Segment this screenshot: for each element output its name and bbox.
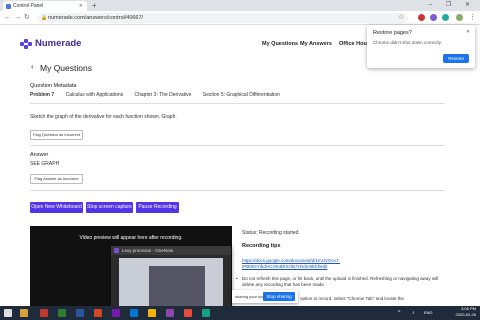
url-text: numerade.com/answers/control/40667/ — [48, 15, 144, 21]
tip-item: option to record, select "Chrome Tab" an… — [294, 296, 450, 302]
overlay-title: Lexy procesan - OneNote — [122, 248, 174, 253]
address-bar[interactable]: 🔒 numerade.com/answers/control/40667/ — [38, 13, 408, 23]
chrome-icon[interactable] — [148, 309, 156, 317]
divider — [30, 190, 445, 191]
extension-icon[interactable] — [418, 14, 425, 21]
stop-capture-button[interactable]: Stop screen capture — [86, 202, 133, 213]
outlook-icon[interactable] — [130, 309, 138, 317]
onenote-icon[interactable] — [112, 309, 120, 317]
restore-button[interactable]: Restore — [443, 54, 469, 63]
menu-kebab-icon[interactable]: ⋮ — [469, 12, 476, 24]
powerpoint-icon[interactable] — [94, 309, 102, 317]
stop-sharing-button[interactable]: Stop sharing — [263, 292, 295, 301]
crumb-section: Section 5: Graphical Differentiation — [202, 92, 280, 98]
tips-doc-link[interactable]: https://docs.google.com/document/d/1mUVO… — [242, 258, 362, 270]
browser-toolbar: ← → ↻ 🔒 numerade.com/answers/control/406… — [0, 11, 480, 25]
divider — [30, 145, 445, 146]
reload-icon[interactable]: ↻ — [24, 12, 30, 24]
overlay-titlebar: Lexy procesan - OneNote — [111, 246, 231, 255]
bookmark-star-icon[interactable]: ☆ — [398, 12, 404, 24]
browser-tab-strip: Control Panel ✕ + – ❐ ✕ — [0, 0, 480, 11]
problem-label: Problem 7 — [30, 92, 55, 98]
metadata-heading: Question Metadata — [30, 83, 77, 89]
pause-recording-button[interactable]: Pause Recording — [136, 202, 179, 213]
open-whiteboard-button[interactable]: Open New Whiteboard — [30, 202, 83, 213]
taskbar: ^ ♪ ENG 3:06 PM 2020-02-26 — [0, 306, 480, 320]
start-windows-icon[interactable] — [4, 309, 12, 317]
video-placeholder-text: Video preview will appear here after rec… — [79, 235, 183, 241]
answer-value: SEE GRAPH — [30, 161, 60, 167]
crumb-book: Calculus with Applications — [65, 92, 124, 98]
screen-share-bar: sharing your screen. Stop sharing — [232, 290, 298, 303]
dialog-message: Chrome didn't shut down correctly. — [373, 40, 442, 45]
back-arrow-icon[interactable]: ← — [4, 12, 11, 24]
word-icon[interactable] — [76, 309, 84, 317]
divider — [30, 103, 445, 104]
page-title: My Questions — [40, 63, 92, 73]
dialog-title: Restore pages? — [373, 30, 412, 36]
app-icon[interactable] — [202, 309, 210, 317]
question-text: Sketch the graph of the derivative for e… — [30, 114, 177, 120]
recording-tips-heading: Recording tips — [242, 243, 281, 249]
close-icon[interactable]: ✕ — [466, 29, 470, 35]
forward-arrow-icon[interactable]: → — [14, 12, 21, 24]
excel-icon[interactable] — [58, 309, 66, 317]
system-tray-arrow-icon[interactable]: ^ — [398, 307, 400, 319]
flag-question-button[interactable]: Flag Question as Incorrect — [30, 130, 83, 140]
numerade-logo[interactable]: Numerade — [20, 38, 81, 49]
thumbnail-window — [149, 266, 205, 306]
window-controls[interactable]: – ❐ ✕ — [429, 0, 476, 11]
browser-tab[interactable]: Control Panel ✕ — [3, 1, 87, 11]
nav-my-questions[interactable]: My Questions — [262, 41, 298, 47]
onenote-preview-window[interactable]: Lexy procesan - OneNote — [111, 246, 231, 314]
lock-icon: 🔒 — [41, 15, 48, 21]
extension-icon[interactable] — [442, 14, 449, 21]
tab-title: Control Panel — [13, 3, 44, 9]
volume-icon[interactable]: ♪ — [412, 307, 415, 319]
tab-favicon-icon — [6, 4, 11, 9]
extension-icon[interactable] — [430, 14, 437, 21]
answer-heading: Answer — [30, 152, 49, 158]
restore-pages-dialog: Restore pages? Chrome didn't shut down c… — [367, 25, 475, 68]
clock-date: 2020-02-26 — [455, 312, 476, 317]
breadcrumb: Problem 7 Calculus with Applications Cha… — [30, 92, 290, 98]
crumb-chapter: Chapter 3: The Derivative — [134, 92, 192, 98]
overlay-thumbnail — [119, 258, 223, 310]
flag-answer-button[interactable]: Flag Answer as Incorrect — [30, 174, 83, 184]
new-tab-button[interactable]: + — [92, 0, 97, 11]
app-icon[interactable] — [40, 309, 48, 317]
logo-text: Numerade — [35, 38, 82, 49]
close-tab-icon[interactable]: ✕ — [79, 1, 83, 11]
recording-status: Status: Recording started. — [242, 230, 300, 236]
app-icon[interactable] — [184, 309, 192, 317]
language-indicator[interactable]: ENG — [424, 307, 433, 319]
onenote-icon — [114, 248, 119, 253]
tip-item: Do not refresh this page, or hit back, u… — [236, 276, 442, 288]
back-chevron-icon[interactable]: ‹ — [31, 62, 34, 71]
clock[interactable]: 3:06 PM 2020-02-26 — [456, 306, 476, 318]
avatar[interactable] — [456, 14, 463, 21]
file-explorer-icon[interactable] — [20, 309, 28, 317]
logo-mark-icon — [20, 38, 32, 49]
nav-my-answers[interactable]: My Answers — [300, 41, 332, 47]
app-icon[interactable] — [166, 309, 174, 317]
